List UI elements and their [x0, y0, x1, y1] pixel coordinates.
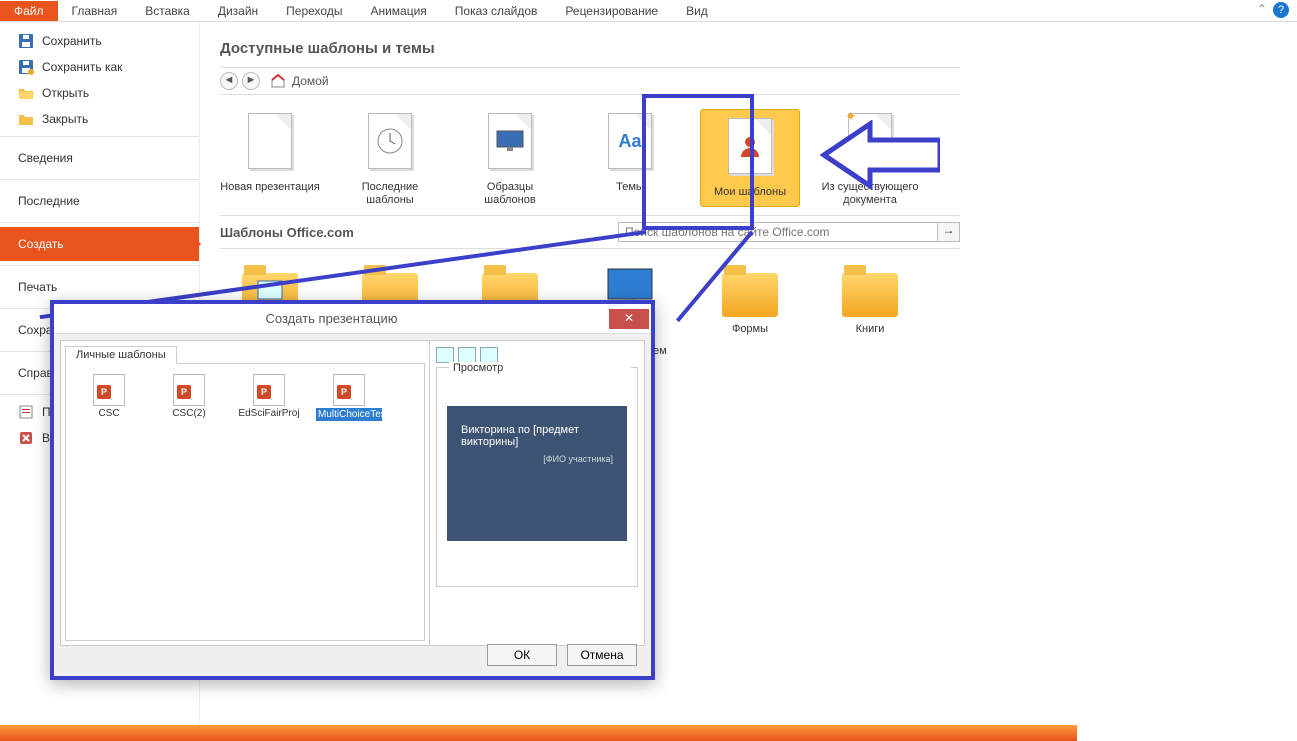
office-label: Шаблоны Office.com: [220, 225, 354, 240]
folder-close-icon: [18, 111, 34, 127]
preview-subtitle: [ФИО участника]: [461, 454, 613, 464]
powerpoint-icon: P: [97, 385, 111, 399]
folder-icon: [722, 273, 778, 317]
tile-label: Книги: [820, 323, 920, 336]
tile-my-templates[interactable]: Мои шаблоны: [700, 109, 800, 207]
tile-label: Образцы шаблонов: [460, 181, 560, 207]
nav-fwd-button[interactable]: ►: [242, 72, 260, 90]
page-title: Доступные шаблоны и темы: [220, 40, 1277, 57]
tile-sample-templates[interactable]: Образцы шаблонов: [460, 109, 560, 207]
template-item-selected[interactable]: P MultiChoiceTest: [316, 374, 382, 421]
sidebar-item-saveas[interactable]: Сохранить как: [0, 54, 199, 80]
view-detail-button[interactable]: [480, 347, 498, 363]
template-tiles: Новая презентация Последние шаблоны Обра…: [220, 109, 1277, 207]
preview-label: Просмотр: [449, 362, 631, 374]
tile-books[interactable]: Книги: [820, 263, 920, 371]
tab-file[interactable]: Файл: [0, 1, 58, 21]
preview-thumbnail: Викторина по [предмет викторины] [ФИО уч…: [447, 406, 627, 541]
tile-forms[interactable]: Формы: [700, 263, 800, 371]
tab-transitions[interactable]: Переходы: [272, 1, 356, 21]
tile-label: Новая презентация: [220, 181, 320, 194]
search-go-button[interactable]: →: [938, 222, 960, 242]
sidebar-label: Сохранить как: [42, 60, 122, 74]
powerpoint-icon: P: [257, 385, 271, 399]
folder-open-icon: [18, 85, 34, 101]
folder-icon: [842, 273, 898, 317]
sidebar-item-open[interactable]: Открыть: [0, 80, 199, 106]
status-bar: [0, 725, 1077, 741]
tile-from-existing[interactable]: ✦ Из существующего документа: [820, 109, 920, 207]
sidebar-item-print[interactable]: Печать: [0, 270, 199, 304]
tab-slideshow[interactable]: Показ слайдов: [441, 1, 552, 21]
preview-title: Викторина по [предмет викторины]: [461, 424, 613, 448]
help-icon[interactable]: ?: [1273, 2, 1289, 18]
sidebar-item-info[interactable]: Сведения: [0, 141, 199, 175]
template-item[interactable]: P CSC: [76, 374, 142, 419]
nav-home[interactable]: Домой: [270, 73, 329, 89]
exit-icon: [18, 430, 34, 446]
powerpoint-icon: P: [337, 385, 351, 399]
sidebar-item-save[interactable]: Сохранить: [0, 28, 199, 54]
tile-themes[interactable]: Aa Темы: [580, 109, 680, 207]
template-label: MultiChoiceTest: [316, 408, 382, 421]
ribbon: Файл Главная Вставка Дизайн Переходы Ани…: [0, 0, 1297, 22]
template-item[interactable]: P EdSciFairProj: [236, 374, 302, 419]
sidebar-label: Открыть: [42, 86, 89, 100]
template-label: CSC(2): [156, 408, 222, 419]
dialog-titlebar[interactable]: Создать презентацию ✕: [54, 304, 651, 334]
tile-label: Темы: [580, 181, 680, 194]
tab-review[interactable]: Рецензирование: [551, 1, 672, 21]
template-item[interactable]: P CSC(2): [156, 374, 222, 419]
sidebar-label: Сохранить: [42, 34, 102, 48]
tab-insert[interactable]: Вставка: [131, 1, 204, 21]
tab-home[interactable]: Главная: [58, 1, 132, 21]
search-input[interactable]: [618, 222, 938, 242]
dialog-tab-personal[interactable]: Личные шаблоны: [65, 346, 177, 364]
tile-recent-templates[interactable]: Последние шаблоны: [340, 109, 440, 207]
save-icon: [18, 33, 34, 49]
nav-home-label: Домой: [292, 74, 329, 88]
view-large-button[interactable]: [436, 347, 454, 363]
tab-view[interactable]: Вид: [672, 1, 722, 21]
home-icon: [270, 73, 286, 89]
nav-back-button[interactable]: ◄: [220, 72, 238, 90]
sparkle-icon: ✦: [845, 108, 857, 125]
office-templates-bar: Шаблоны Office.com →: [220, 215, 960, 249]
screen-icon: [496, 130, 524, 152]
breadcrumb-nav: ◄ ► Домой: [220, 67, 960, 95]
tab-design[interactable]: Дизайн: [204, 1, 272, 21]
template-label: CSC: [76, 408, 142, 419]
minimize-ribbon-icon[interactable]: ⌃: [1257, 2, 1267, 16]
tile-label: Формы: [700, 323, 800, 336]
saveas-icon: [18, 59, 34, 75]
template-list: P CSC P CSC(2) P EdSciFairProj P MultiChoice…: [65, 363, 425, 641]
tile-label: Мои шаблоны: [705, 186, 795, 199]
sidebar-item-recent[interactable]: Последние: [0, 184, 199, 218]
sidebar-item-new[interactable]: Создать: [0, 227, 199, 261]
tile-label: Последние шаблоны: [340, 181, 440, 207]
ok-button[interactable]: ОК: [487, 644, 557, 666]
preview-group: Просмотр Викторина по [предмет викторины…: [436, 367, 638, 587]
view-list-button[interactable]: [458, 347, 476, 363]
close-button[interactable]: ✕: [609, 309, 649, 329]
tab-animation[interactable]: Анимация: [356, 1, 440, 21]
options-icon: [18, 404, 34, 420]
tile-label: Из существующего документа: [820, 181, 920, 207]
template-label: EdSciFairProj: [236, 408, 302, 419]
sidebar-item-close[interactable]: Закрыть: [0, 106, 199, 132]
dialog-title: Создать презентацию: [54, 311, 609, 326]
tile-new-presentation[interactable]: Новая презентация: [220, 109, 320, 207]
person-icon: [737, 133, 763, 159]
create-presentation-dialog: Создать презентацию ✕ Личные шаблоны P CS…: [50, 300, 655, 680]
sidebar-label: Закрыть: [42, 112, 88, 126]
cancel-button[interactable]: Отмена: [567, 644, 637, 666]
clock-icon: [376, 127, 404, 155]
powerpoint-icon: P: [177, 385, 191, 399]
